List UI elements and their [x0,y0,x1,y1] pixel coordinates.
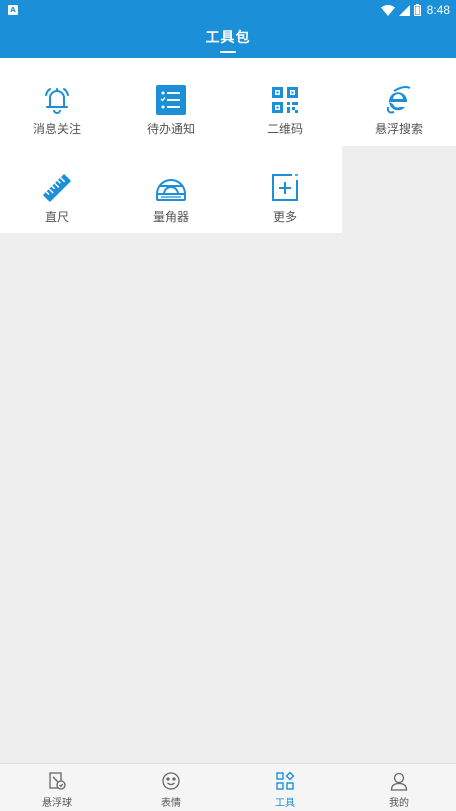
nav-float-ball[interactable]: 悬浮球 [0,764,114,811]
add-more-icon [269,172,301,204]
page-title: 工具包 [205,29,251,46]
battery-icon [413,4,421,16]
bottom-nav: 悬浮球 表情 工具 我的 [0,763,456,811]
nav-label: 我的 [389,798,409,809]
signal-icon [398,4,410,16]
tool-label: 悬浮搜索 [374,122,423,136]
tool-row: 消息关注 待办通知 二维码 悬浮搜索 [0,58,456,146]
nav-mine[interactable]: 我的 [342,764,456,811]
tool-more[interactable]: 更多 [228,145,342,233]
notification-icon: A [8,5,18,15]
tool-grid: 消息关注 待办通知 二维码 悬浮搜索 直尺 量角器 更多 [0,58,456,233]
tool-label: 直尺 [44,209,69,224]
tool-protractor[interactable]: 量角器 [114,145,228,233]
tool-todo-notice[interactable]: 待办通知 [114,58,228,146]
bell-icon [41,84,73,116]
browser-e-icon [383,84,415,116]
tool-float-search[interactable]: 悬浮搜索 [342,58,456,146]
tool-label: 消息关注 [32,122,81,136]
nav-label: 表情 [161,798,181,809]
tool-label: 待办通知 [146,122,195,136]
nav-label: 工具 [275,798,295,809]
user-icon [388,770,410,792]
nav-label: 悬浮球 [42,798,72,809]
tool-ruler[interactable]: 直尺 [0,145,114,233]
todo-list-icon [155,84,187,116]
float-ball-icon [46,770,68,792]
protractor-icon [155,172,187,204]
tool-qrcode[interactable]: 二维码 [228,58,342,146]
ruler-icon [41,172,73,204]
nav-tools[interactable]: 工具 [228,764,342,811]
notification-letter: A [10,5,16,14]
tool-label: 更多 [272,209,297,224]
tool-row: 直尺 量角器 更多 [0,145,456,233]
status-bar: A 8:48 [0,0,456,20]
smile-icon [160,770,182,792]
tools-grid-icon [274,770,296,792]
tool-label: 二维码 [266,122,303,136]
title-underline [220,50,236,53]
qrcode-icon [269,84,301,116]
nav-emoji[interactable]: 表情 [114,764,228,811]
app-header: 工具包 [0,20,456,58]
tool-label: 量角器 [152,209,189,224]
status-time: 8:48 [426,3,450,17]
tool-message-follow[interactable]: 消息关注 [0,58,114,146]
wifi-icon [380,4,395,16]
